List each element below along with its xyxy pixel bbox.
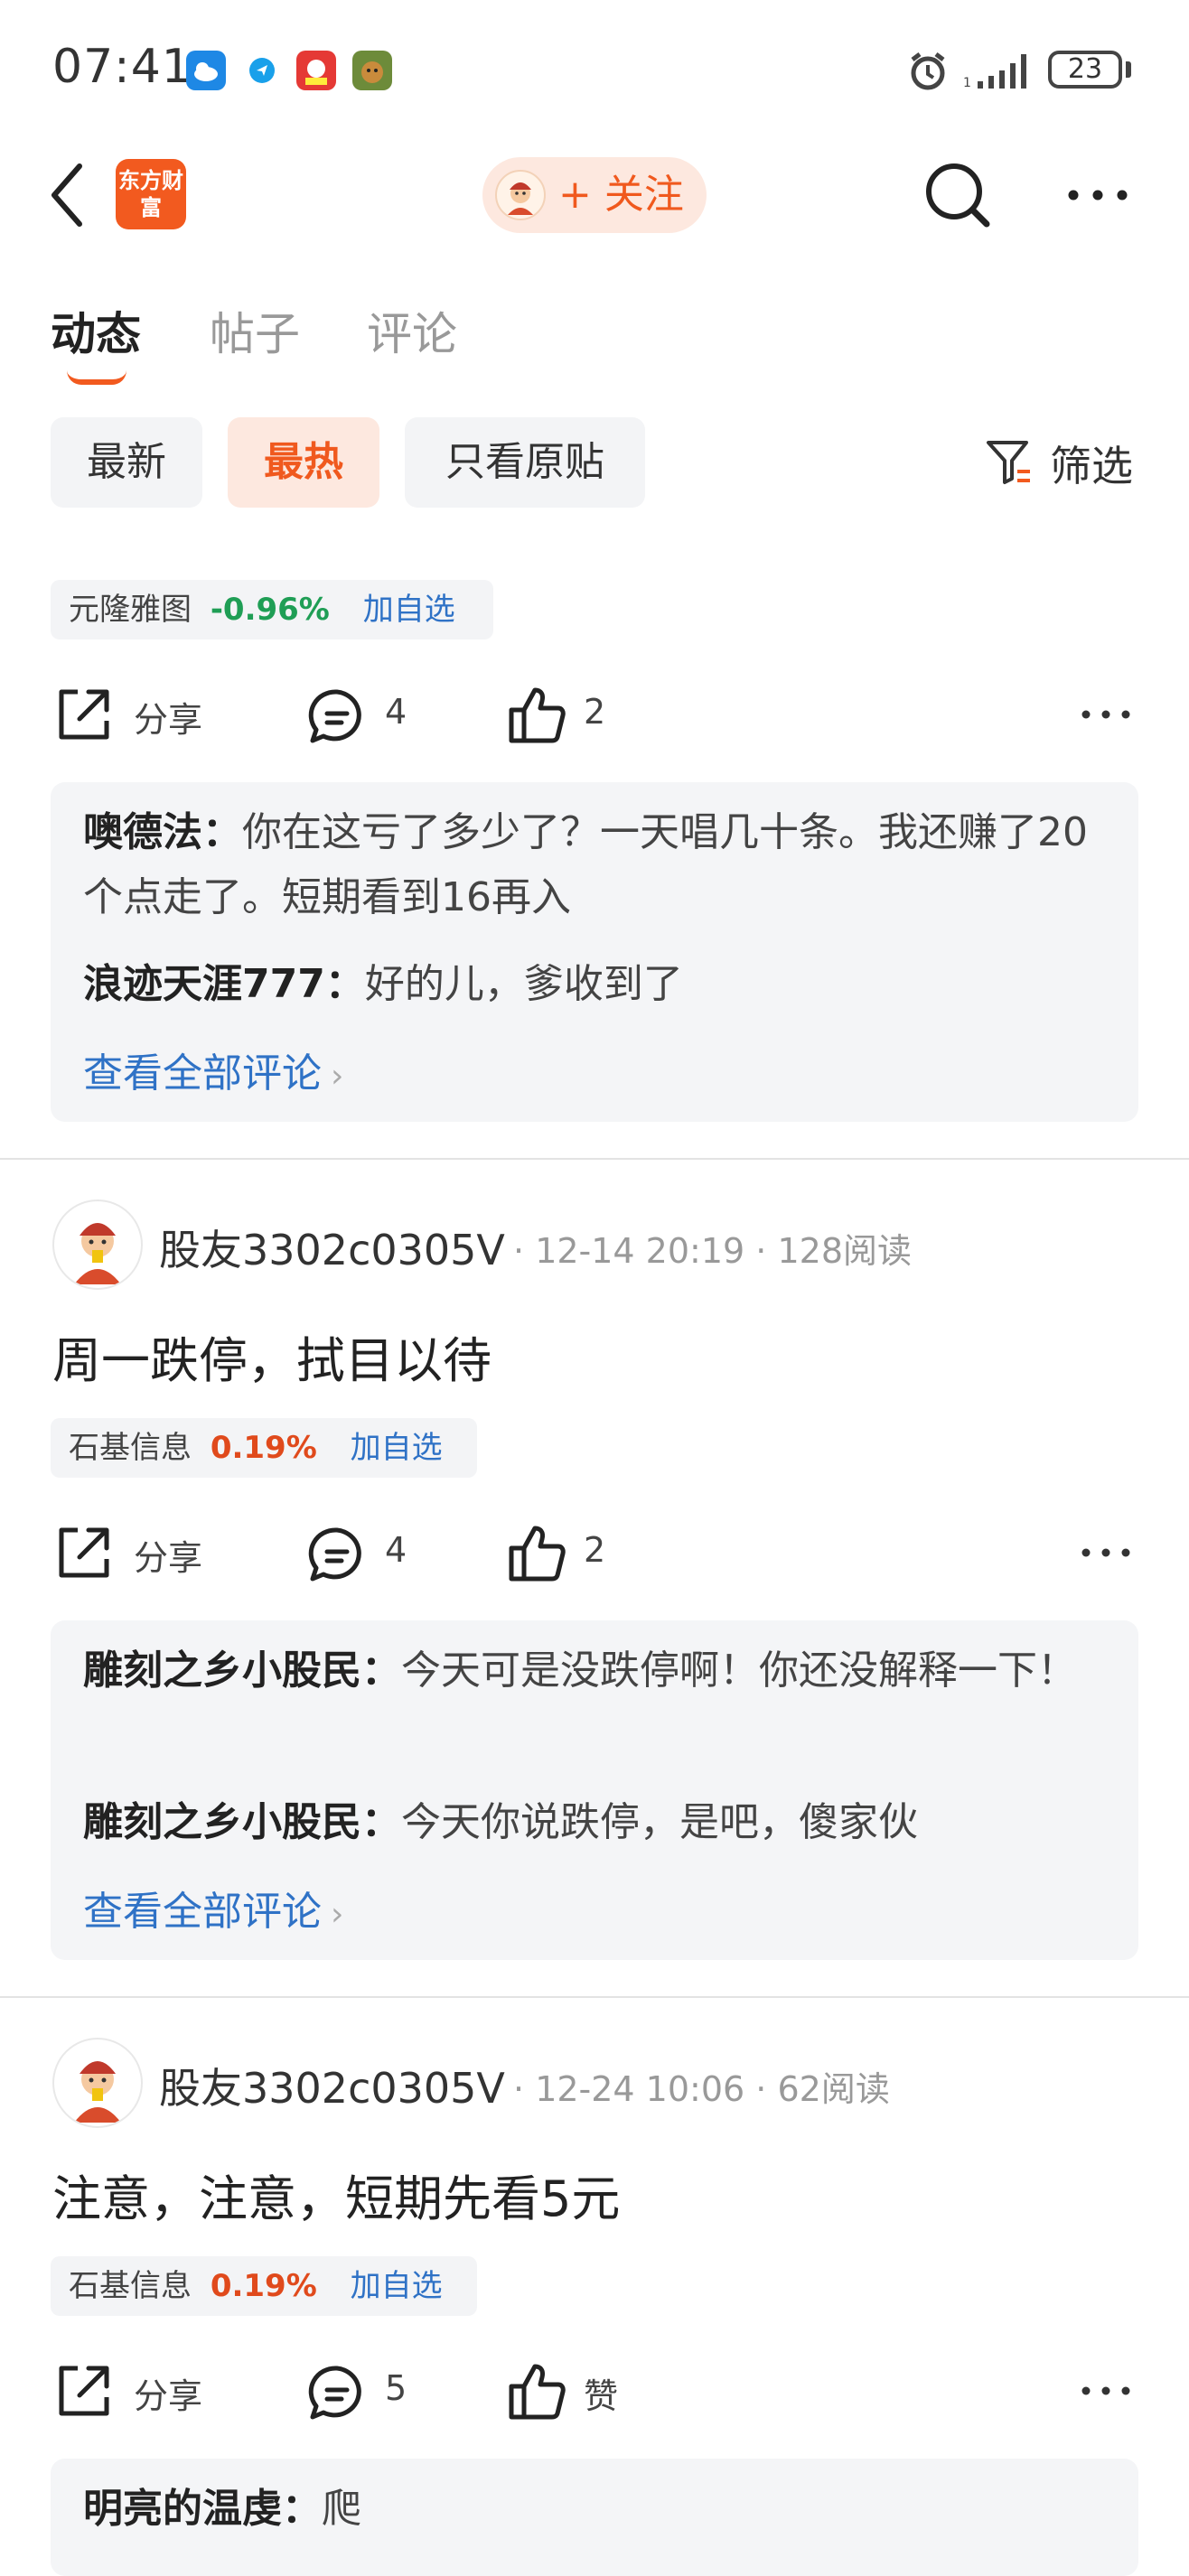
like-label[interactable]: 赞 [584, 2368, 618, 2418]
chip-latest[interactable]: 最新 [51, 417, 202, 508]
filter-label[interactable]: 筛选 [1050, 434, 1133, 493]
game-app-icon [352, 51, 392, 90]
author-avatar[interactable] [52, 1199, 143, 1290]
post-meta: · 12-24 10:06 · 62阅读 [513, 2069, 890, 2109]
post-time: 12-24 10:06 [535, 2069, 745, 2109]
stock-name: 石基信息 [69, 1430, 192, 1466]
add-watchlist-button[interactable]: 加自选 [351, 1430, 443, 1466]
post-divider [0, 1158, 1189, 1160]
tab-comments[interactable]: 评论 [367, 298, 457, 363]
like-icon[interactable] [506, 2361, 567, 2426]
comment-icon[interactable] [307, 686, 367, 750]
comment-item[interactable]: 明亮的温虔：爬 [83, 2477, 1113, 2542]
post-more-icon[interactable] [1081, 701, 1131, 732]
stock-tag[interactable]: 元隆雅图 -0.96% 加自选 [51, 580, 493, 639]
post-meta: · 12-14 20:19 · 128阅读 [513, 1231, 913, 1271]
comment-item[interactable]: 雕刻之乡小股民：今天可是没跌停啊！你还没解释一下！ [83, 1638, 1113, 1703]
like-count[interactable]: 2 [584, 692, 605, 732]
post-time: 12-14 20:19 [535, 1231, 745, 1271]
share-icon[interactable] [54, 1523, 114, 1586]
comment-user[interactable]: 噢德法 [83, 809, 202, 855]
chip-hottest[interactable]: 最热 [228, 417, 379, 508]
tab-dynamic[interactable]: 动态 [51, 298, 141, 363]
add-watchlist-button[interactable]: 加自选 [363, 592, 455, 628]
comment-user[interactable]: 雕刻之乡小股民 [83, 1647, 361, 1694]
post-more-icon[interactable] [1081, 1539, 1131, 1570]
svg-text:1: 1 [963, 76, 971, 90]
view-all-comments-link[interactable]: 查看全部评论 › [83, 1041, 343, 1098]
stock-change: -0.96% [210, 592, 330, 628]
back-icon[interactable] [47, 161, 90, 233]
comment-user[interactable]: 浪迹天涯777 [83, 961, 325, 1007]
add-watchlist-button[interactable]: 加自选 [351, 2268, 443, 2304]
share-label[interactable]: 分享 [134, 692, 202, 742]
post-reads: 62阅读 [777, 2069, 890, 2109]
post-title[interactable]: 注意，注意，短期先看5元 [52, 2159, 620, 2230]
active-tab-underline [67, 370, 126, 385]
author-avatar[interactable] [52, 2038, 143, 2128]
messenger-app-icon [242, 51, 282, 90]
comment-user[interactable]: 明亮的温虔 [83, 2486, 282, 2532]
post-reads: 128阅读 [777, 1231, 913, 1271]
view-all-label[interactable]: 查看全部评论 [83, 1889, 322, 1935]
comment-text: 今天你说跌停，是吧，傻家伙 [401, 1799, 918, 1845]
share-label[interactable]: 分享 [134, 2368, 202, 2418]
alarm-icon [905, 49, 950, 98]
comment-item[interactable]: 浪迹天涯777：好的儿，爹收到了 [83, 952, 1113, 1017]
stock-change: 0.19% [210, 1430, 317, 1466]
view-all-label[interactable]: 查看全部评论 [83, 1050, 322, 1097]
share-icon[interactable] [54, 2361, 114, 2424]
comment-count[interactable]: 5 [385, 2368, 407, 2408]
like-count[interactable]: 2 [584, 1530, 605, 1570]
post-more-icon[interactable] [1081, 2377, 1131, 2408]
like-icon[interactable] [506, 1523, 567, 1588]
comment-user[interactable]: 雕刻之乡小股民 [83, 1799, 361, 1845]
brand-logo: 东方财富 [116, 159, 186, 229]
share-icon[interactable] [54, 685, 114, 748]
promo-app-icon [296, 51, 336, 90]
stock-name: 元隆雅图 [69, 592, 192, 628]
comment-count[interactable]: 4 [385, 692, 407, 732]
filter-icon[interactable] [985, 437, 1035, 491]
comment-item[interactable]: 雕刻之乡小股民：今天你说跌停，是吧，傻家伙 [83, 1790, 1113, 1855]
comment-icon[interactable] [307, 1525, 367, 1588]
comment-item[interactable]: 噢德法：你在这亏了多少了？一天唱几十条。我还赚了20个点走了。短期看到16再入 [83, 800, 1113, 930]
post-divider [0, 1996, 1189, 1998]
author-name[interactable]: 股友3302c0305V [159, 1218, 505, 1277]
author-name[interactable]: 股友3302c0305V [159, 2056, 505, 2115]
stock-tag[interactable]: 石基信息 0.19% 加自选 [51, 1418, 477, 1478]
stock-name: 石基信息 [69, 2268, 192, 2304]
search-icon[interactable] [922, 159, 996, 237]
battery-tip [1126, 61, 1131, 78]
view-all-comments-link[interactable]: 查看全部评论 › [83, 1879, 343, 1937]
avatar-icon [495, 170, 546, 220]
chevron-right-icon: › [331, 1896, 344, 1933]
tab-posts[interactable]: 帖子 [210, 298, 300, 363]
chevron-right-icon: › [331, 1058, 344, 1095]
status-time: 07:41 [52, 40, 192, 94]
stock-tag[interactable]: 石基信息 0.19% 加自选 [51, 2256, 477, 2316]
weather-app-icon [186, 51, 226, 90]
comment-icon[interactable] [307, 2363, 367, 2426]
comment-text: 好的儿，爹收到了 [364, 961, 683, 1007]
stock-change: 0.19% [210, 2268, 317, 2304]
comment-text: 今天可是没跌停啊！你还没解释一下！ [401, 1647, 1077, 1694]
comment-text: 爬 [322, 2486, 361, 2532]
battery-indicator: 23 [1048, 51, 1122, 89]
more-icon[interactable] [1066, 177, 1129, 217]
post-title[interactable]: 周一跌停，拭目以待 [52, 1321, 492, 1392]
follow-label[interactable]: + 关注 [558, 170, 684, 220]
comment-count[interactable]: 4 [385, 1530, 407, 1570]
signal-icon: 1 [963, 51, 1035, 94]
like-icon[interactable] [506, 685, 567, 750]
share-label[interactable]: 分享 [134, 1530, 202, 1580]
chip-original-only[interactable]: 只看原贴 [405, 417, 645, 508]
